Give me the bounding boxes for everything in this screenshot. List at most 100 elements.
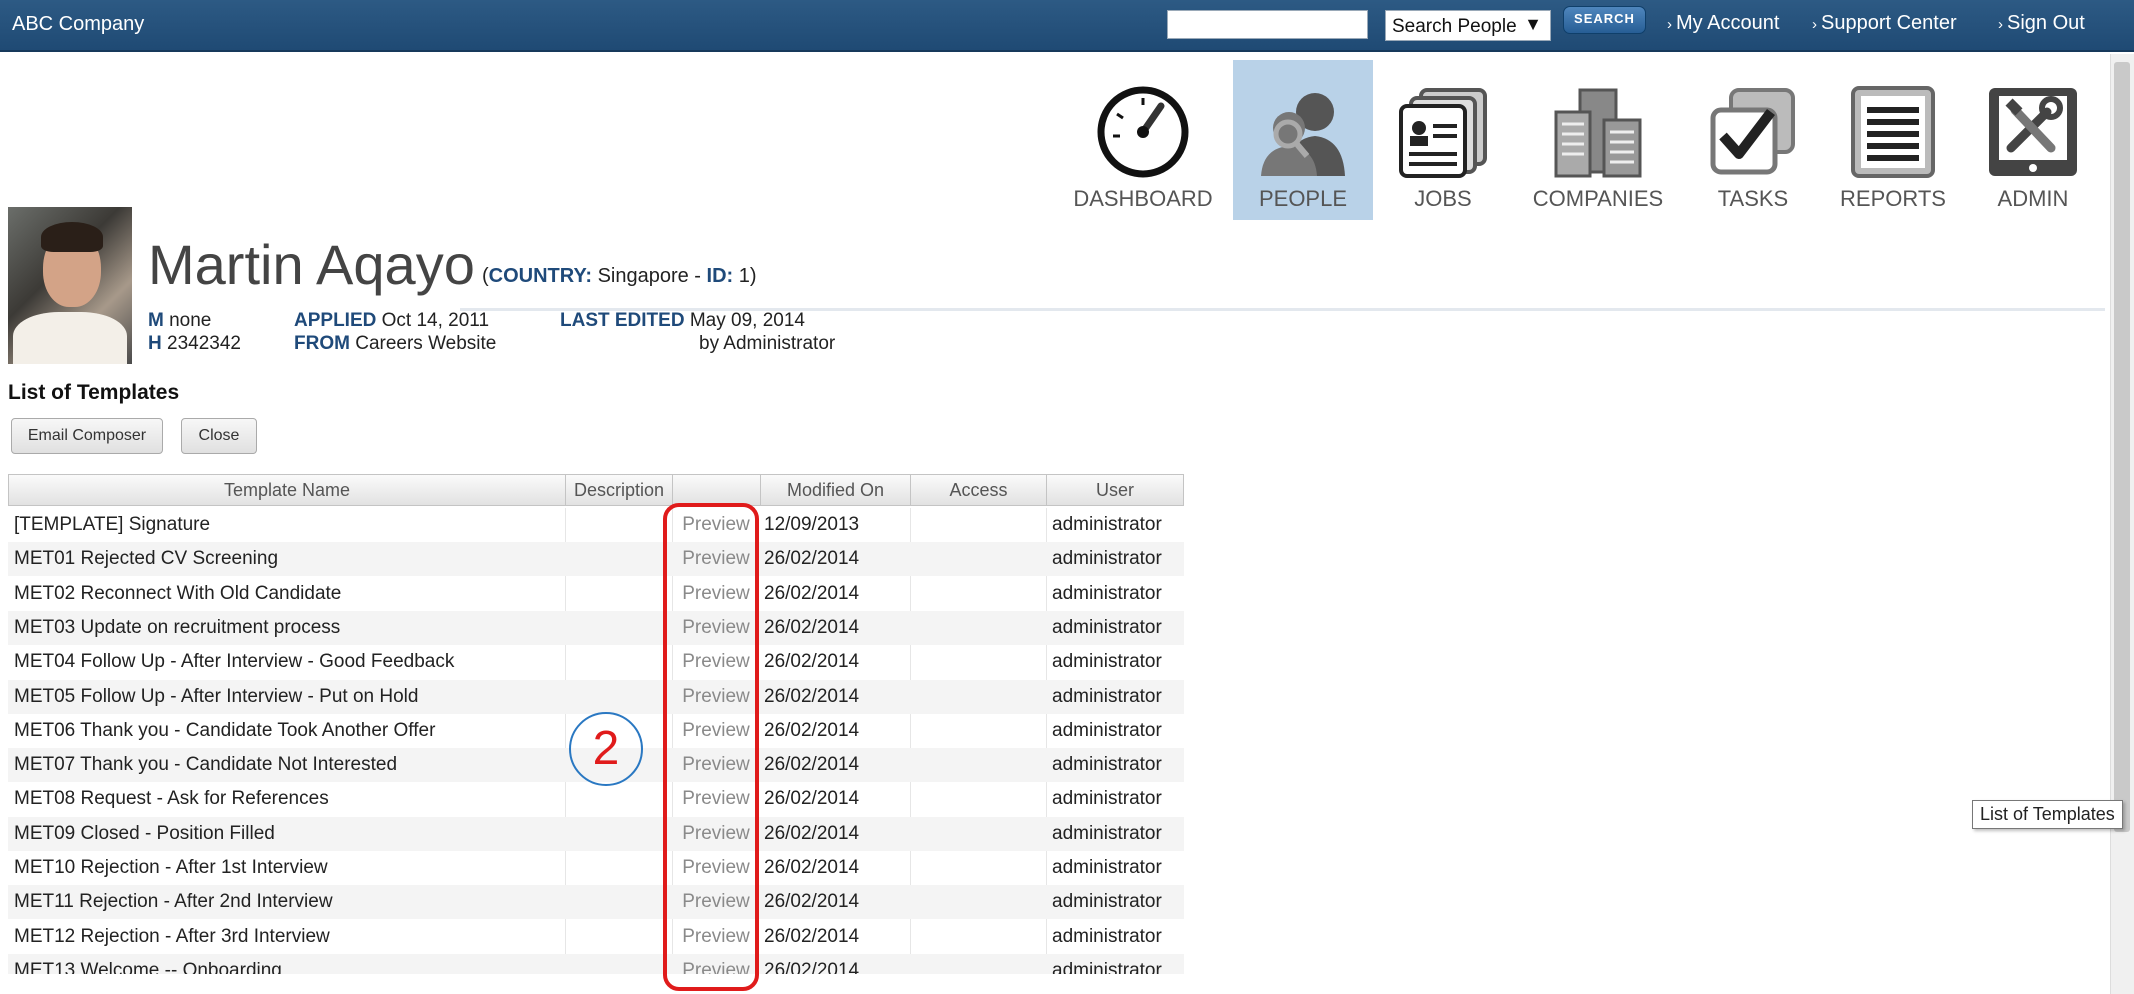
modified-on-cell: 26/02/2014: [764, 651, 860, 673]
table-row[interactable]: MET05 Follow Up - After Interview - Put …: [8, 679, 1184, 714]
top-bar: ABC Company Search People ▼ SEARCH › My A…: [0, 0, 2134, 52]
description-cell: [569, 542, 669, 576]
template-name-cell: MET05 Follow Up - After Interview - Put …: [14, 685, 419, 707]
modified-on-cell: 26/02/2014: [764, 548, 860, 570]
user-cell: administrator: [1052, 651, 1162, 673]
email-composer-button[interactable]: Email Composer: [11, 418, 163, 454]
nav-label: TASKS: [1717, 186, 1789, 211]
nav-people[interactable]: PEOPLE: [1233, 60, 1373, 220]
nav-reports[interactable]: REPORTS: [1823, 60, 1963, 220]
chevron-right-icon: ›: [1812, 16, 1817, 33]
access-cell: [914, 714, 1042, 748]
scrollbar-thumb[interactable]: [2114, 62, 2130, 832]
table-row[interactable]: MET13 Welcome -- Onboarding Preview 26/02/…: [8, 953, 1184, 974]
modified-on-cell: 26/02/2014: [764, 822, 860, 844]
dropdown-arrow-icon: ▼: [1524, 14, 1542, 34]
search-type-select[interactable]: Search People ▼: [1385, 10, 1551, 41]
column-header-preview: [673, 475, 761, 505]
modified-on-cell: 26/02/2014: [764, 891, 860, 913]
table-row[interactable]: MET01 Rejected CV Screening Preview 26/02/…: [8, 542, 1184, 577]
user-cell: administrator: [1052, 822, 1162, 844]
country-value: Singapore: [597, 265, 689, 287]
nav-label: DASHBOARD: [1073, 186, 1213, 211]
person-meta: (COUNTRY: Singapore - ID: 1): [482, 265, 757, 287]
my-account-link[interactable]: › My Account: [1667, 12, 1779, 35]
table-row[interactable]: MET12 Rejection - After 3rd Interview Pre…: [8, 920, 1184, 954]
jobs-icon: [1399, 88, 1487, 178]
user-cell: administrator: [1052, 514, 1162, 535]
support-center-link[interactable]: › Support Center: [1812, 12, 1957, 35]
template-name-cell: MET11 Rejection - After 2nd Interview: [14, 891, 333, 913]
table-row[interactable]: MET11 Rejection - After 2nd Interview Pre…: [8, 885, 1184, 920]
country-label: COUNTRY:: [488, 265, 592, 287]
table-row[interactable]: MET08 Request - Ask for References Previe…: [8, 782, 1184, 816]
mobile-info: M none: [148, 310, 212, 331]
template-name-cell: MET09 Closed - Position Filled: [14, 822, 275, 844]
nav-admin[interactable]: ADMIN: [1963, 60, 2103, 220]
column-header-access[interactable]: Access: [911, 475, 1047, 505]
user-cell: administrator: [1052, 788, 1162, 810]
nav-label: ADMIN: [1997, 186, 2069, 211]
close-button[interactable]: Close: [181, 418, 257, 454]
nav-tasks[interactable]: TASKS: [1683, 60, 1823, 220]
template-name-cell: MET01 Rejected CV Screening: [14, 548, 279, 570]
table-header: Template Name Description Modified On Ac…: [8, 474, 1184, 506]
column-header-user[interactable]: User: [1047, 475, 1183, 505]
dashboard-gauge-icon: [1097, 86, 1189, 178]
chevron-right-icon: ›: [1998, 16, 2003, 33]
description-cell: [569, 680, 669, 714]
column-header-template-name[interactable]: Template Name: [9, 475, 566, 505]
description-cell: [569, 508, 669, 542]
modified-on-cell: 26/02/2014: [764, 754, 860, 776]
table-row[interactable]: MET09 Closed - Position Filled Preview 26/…: [8, 816, 1184, 851]
sign-out-link[interactable]: › Sign Out: [1998, 12, 2085, 35]
user-cell: administrator: [1052, 685, 1162, 707]
user-cell: administrator: [1052, 719, 1162, 741]
table-row[interactable]: MET03 Update on recruitment process Previ…: [8, 610, 1184, 645]
applied-info: APPLIED Oct 14, 2011: [294, 310, 490, 331]
nav-dashboard[interactable]: DASHBOARD: [1073, 60, 1213, 220]
access-cell: [914, 920, 1042, 954]
template-name-cell: MET13 Welcome -- Onboarding: [14, 959, 282, 974]
column-header-description[interactable]: Description: [566, 475, 673, 505]
access-cell: [914, 542, 1042, 576]
template-name-cell: MET08 Request - Ask for References: [14, 788, 329, 810]
access-cell: [914, 508, 1042, 542]
description-cell: [569, 611, 669, 645]
template-name-cell: MET03 Update on recruitment process: [14, 616, 341, 638]
tasks-checkbox-icon: [1710, 88, 1795, 175]
table-row[interactable]: MET10 Rejection - After 1st Interview Pre…: [8, 851, 1184, 885]
search-button[interactable]: SEARCH: [1563, 6, 1646, 34]
nav-companies[interactable]: COMPANIES: [1528, 60, 1668, 220]
description-cell: [569, 782, 669, 816]
description-cell: [569, 920, 669, 954]
vertical-scrollbar[interactable]: [2110, 54, 2134, 994]
people-icon: [1261, 93, 1345, 176]
from-info: FROM Careers Website: [294, 333, 497, 354]
modified-on-cell: 26/02/2014: [764, 959, 860, 974]
edited-by-info: by Administrator: [699, 333, 836, 354]
access-cell: [914, 748, 1042, 782]
step-callout: 2: [569, 712, 643, 786]
modified-on-cell: 26/02/2014: [764, 582, 860, 604]
modified-on-cell: 26/02/2014: [764, 788, 860, 810]
template-name-cell: MET04 Follow Up - After Interview - Good…: [14, 651, 455, 673]
nav-jobs[interactable]: JOBS: [1373, 60, 1513, 220]
section-title: List of Templates: [8, 381, 180, 404]
table-row[interactable]: MET04 Follow Up - After Interview - Good…: [8, 645, 1184, 679]
user-cell: administrator: [1052, 925, 1162, 947]
nav-label: PEOPLE: [1258, 186, 1348, 211]
tooltip: List of Templates: [1972, 800, 2123, 829]
last-edited-info: LAST EDITED May 09, 2014: [560, 310, 805, 331]
access-cell: [914, 851, 1042, 885]
admin-tools-icon: [1989, 88, 2077, 176]
table-row[interactable]: [TEMPLATE] Signature Preview 12/09/2013 adm…: [8, 508, 1184, 542]
column-header-modified-on[interactable]: Modified On: [761, 475, 911, 505]
user-cell: administrator: [1052, 891, 1162, 913]
access-cell: [914, 954, 1042, 974]
table-row[interactable]: MET02 Reconnect With Old Candidate Previe…: [8, 577, 1184, 611]
description-cell: [569, 851, 669, 885]
nav-label: REPORTS: [1840, 186, 1946, 211]
companies-icon: [1554, 88, 1642, 178]
search-input[interactable]: [1167, 10, 1368, 39]
